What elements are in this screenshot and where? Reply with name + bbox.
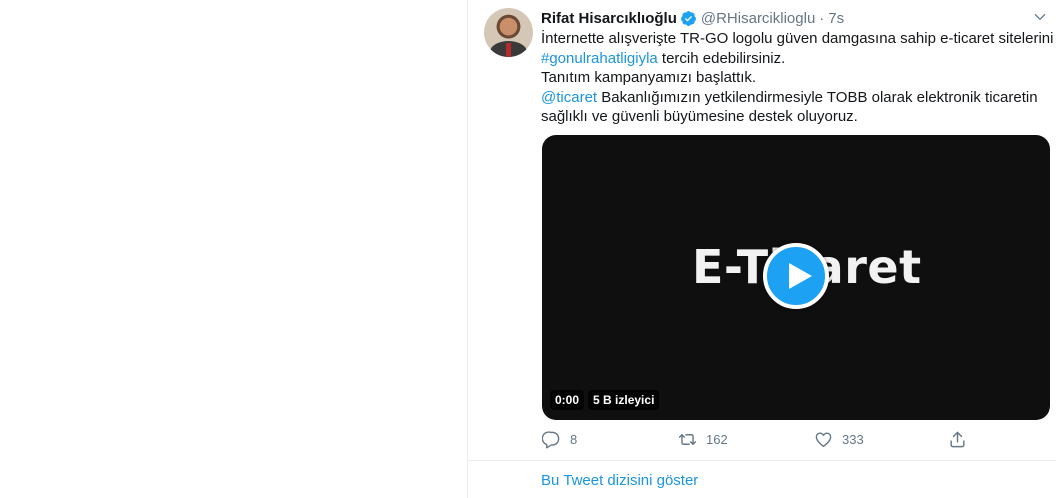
tweet-card[interactable]: Rifat Hisarcıklıoğlu @RHisarciklioglu · … <box>468 0 1056 460</box>
tweet-text-line-2: #gonulrahatligiyla tercih edebilirsiniz. <box>541 49 1056 69</box>
thread-link-row: Bu Tweet dizisini göster <box>468 460 1056 498</box>
tweet-text-line-4: @ticaret Bakanlığımızın yetkilendirmesiy… <box>541 88 1056 108</box>
video-player[interactable]: E-Ticaret 0:00 5 B izleyici <box>542 135 1050 420</box>
tweet-text-line-2-rest: tercih edebilirsiniz. <box>657 49 786 67</box>
retweet-icon <box>678 434 697 445</box>
share-icon <box>950 431 965 448</box>
avatar[interactable] <box>484 8 533 57</box>
tweet-text-line-3: Tanıtım kampanyamızı başlattık. <box>541 69 757 86</box>
chevron-down-icon[interactable] <box>1033 10 1047 24</box>
tweet-text-line-1: İnternette alışverişte TR-GO logolu güve… <box>541 30 1054 47</box>
hashtag-link[interactable]: #gonulrahatligiyla <box>541 50 658 67</box>
video-views-badge: 5 B izleyici <box>588 390 660 410</box>
author-name[interactable]: Rifat Hisarcıklıoğlu <box>541 10 677 27</box>
reply-button[interactable]: 8 <box>542 430 577 449</box>
like-icon <box>815 432 832 447</box>
tweet-text-line-5: sağlıklı ve güvenli büyümesine destek ol… <box>541 108 858 125</box>
avatar-tie <box>506 43 511 57</box>
tweet-text: İnternette alışverişte TR-GO logolu güve… <box>541 29 1056 127</box>
like-count: 333 <box>842 432 864 447</box>
play-icon <box>789 263 812 289</box>
play-button[interactable] <box>763 243 829 309</box>
share-button[interactable] <box>948 430 967 449</box>
tweet-text-line-4-rest: Bakanlığımızın yetkilendirmesiyle TOBB o… <box>597 88 1038 106</box>
retweet-button[interactable]: 162 <box>678 430 728 449</box>
separator-dot: · <box>819 9 825 27</box>
tweet-actions: 8 162 333 <box>542 430 1050 452</box>
video-badges: 0:00 5 B izleyici <box>550 390 660 410</box>
tweet-header: Rifat Hisarcıklıoğlu @RHisarciklioglu · … <box>541 8 844 28</box>
left-blank-pane <box>0 0 467 498</box>
video-time-badge: 0:00 <box>550 390 585 410</box>
verified-badge-icon <box>680 10 696 26</box>
author-handle[interactable]: @RHisarciklioglu <box>701 10 815 27</box>
mention-link[interactable]: @ticaret <box>541 89 597 106</box>
show-thread-link[interactable]: Bu Tweet dizisini göster <box>541 472 698 489</box>
reply-count: 8 <box>570 432 578 447</box>
tweet-time[interactable]: 7s <box>828 10 844 27</box>
reply-icon <box>542 431 560 449</box>
retweet-count: 162 <box>706 432 728 447</box>
like-button[interactable]: 333 <box>814 430 864 449</box>
